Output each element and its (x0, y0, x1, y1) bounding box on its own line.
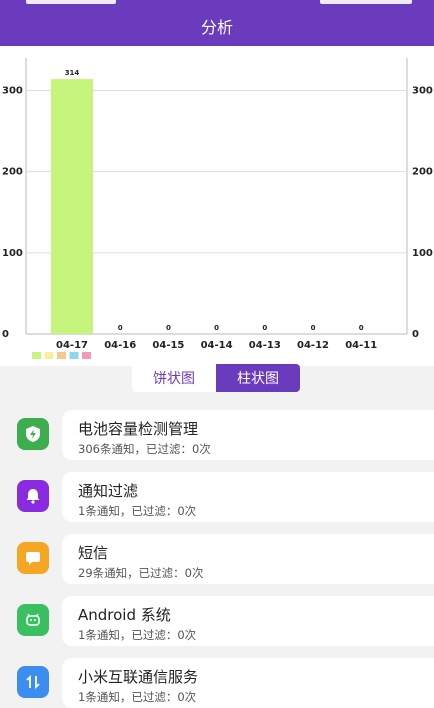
app-card[interactable]: 小米互联通信服务 1条通知，已过滤：0次 (62, 658, 434, 708)
page-title: 分析 (200, 18, 233, 37)
y-tick-label-right: 100 (412, 248, 433, 259)
android-icon (17, 604, 49, 636)
y-tick-label-left: 200 (2, 167, 23, 178)
app-row[interactable]: 小米互联通信服务 1条通知，已过滤：0次 (0, 656, 434, 708)
chart-type-toggle: 饼状图 柱状图 (132, 364, 300, 392)
app-name: 电池容量检测管理 (78, 420, 199, 438)
bar-chart-panel: 0 0 100 100 200 200 300 300 314 04-17 0 04-16 0 04-15… (0, 46, 434, 366)
app-notification-stats: 1条通知，已过滤：0次 (78, 628, 197, 642)
x-tick-label: 04-17 (56, 340, 88, 351)
app-row[interactable]: 通知过滤 1条通知，已过滤：0次 (0, 470, 434, 526)
legend-swatch (82, 352, 91, 359)
x-tick-label: 04-14 (201, 340, 233, 351)
legend-swatch (44, 352, 54, 359)
x-tick-label: 04-15 (152, 340, 184, 351)
app-notification-stats: 29条通知，已过滤：0次 (78, 566, 204, 580)
y-tick-label-right: 200 (412, 167, 433, 178)
bar-chart-tab[interactable]: 柱状图 (216, 364, 300, 392)
bell-icon (17, 480, 49, 512)
bar-value-label: 0 (359, 324, 364, 332)
bar (51, 79, 93, 334)
x-tick-label: 04-12 (297, 340, 329, 351)
y-tick-label-right: 0 (412, 329, 419, 340)
app-notification-stats: 1条通知，已过滤：0次 (78, 504, 197, 518)
app-header: 分析 (0, 0, 434, 46)
app-name: Android 系统 (78, 606, 171, 624)
bar-value-label: 0 (214, 324, 219, 332)
y-tick-label-right: 300 (412, 85, 433, 96)
app-card[interactable]: 通知过滤 1条通知，已过滤：0次 (62, 472, 434, 522)
bar-value-label: 0 (311, 324, 316, 332)
bar-value-label: 0 (166, 324, 171, 332)
legend-swatch (69, 352, 79, 359)
status-bar-left (26, 0, 116, 4)
message-icon (17, 542, 49, 574)
app-name: 短信 (78, 544, 109, 562)
app-name: 小米互联通信服务 (78, 668, 199, 686)
pie-chart-tab[interactable]: 饼状图 (132, 364, 216, 392)
app-row[interactable]: Android 系统 1条通知，已过滤：0次 (0, 594, 434, 650)
bar-chart: 0 0 100 100 200 200 300 300 314 04-17 0 04-16 0 04-15… (2, 58, 433, 359)
legend-swatch (57, 352, 66, 359)
app-notification-stats: 306条通知，已过滤：0次 (78, 442, 211, 456)
app-card[interactable]: 电池容量检测管理 306条通知，已过滤：0次 (62, 410, 434, 460)
y-tick-label-left: 0 (2, 329, 9, 340)
x-tick-label: 04-11 (345, 340, 377, 351)
y-tick-label-left: 300 (2, 85, 23, 96)
status-bar-right (320, 0, 412, 4)
app-row[interactable]: 短信 29条通知，已过滤：0次 (0, 532, 434, 588)
app-name: 通知过滤 (78, 482, 139, 500)
x-tick-label: 04-13 (249, 340, 281, 351)
y-tick-label-left: 100 (2, 248, 23, 259)
app-notification-stats: 1条通知，已过滤：0次 (78, 690, 197, 704)
app-row[interactable]: 电池容量检测管理 306条通知，已过滤：0次 (0, 408, 434, 464)
app-card[interactable]: 短信 29条通知，已过滤：0次 (62, 534, 434, 584)
x-tick-label: 04-16 (104, 340, 136, 351)
app-card[interactable]: Android 系统 1条通知，已过滤：0次 (62, 596, 434, 646)
legend-swatch (32, 352, 41, 359)
bar-value-label: 0 (262, 324, 267, 332)
bar-value-label: 314 (65, 69, 80, 77)
battery-shield-icon (17, 418, 49, 450)
transfer-icon (17, 666, 49, 698)
bar-value-label: 0 (118, 324, 123, 332)
